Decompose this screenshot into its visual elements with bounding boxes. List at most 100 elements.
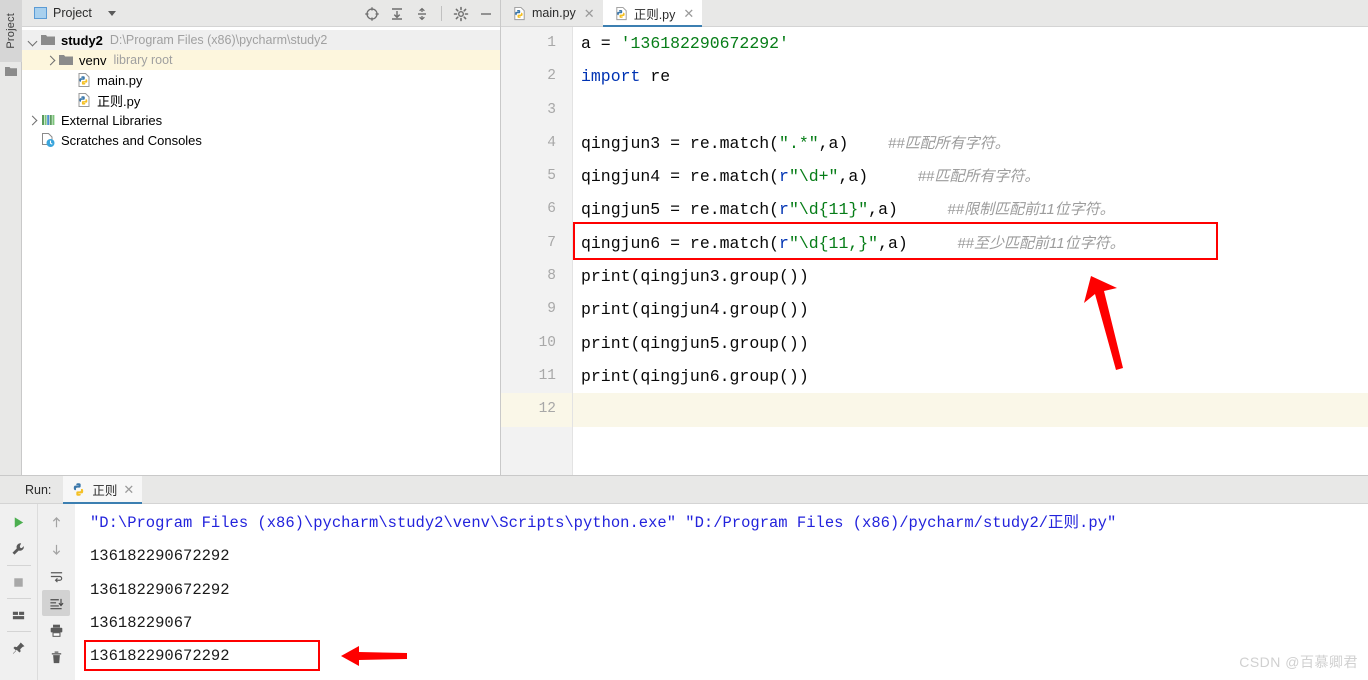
code-line[interactable]: qingjun5 = re.match(r"\d{11}",a) ##限制匹配前… xyxy=(573,193,1368,226)
folder-icon xyxy=(59,55,73,65)
arrow-up-icon[interactable] xyxy=(42,509,70,535)
code-editor[interactable]: 1 2 3 4 5 6 7 8 9 10 11 12 a = '136182290672292' imp… xyxy=(501,27,1368,475)
code-token: ,a) xyxy=(878,233,908,253)
editor-tab-main-py[interactable]: main.py ✕ xyxy=(501,0,603,26)
chevron-right-icon[interactable] xyxy=(26,113,40,127)
console-command-line: "D:\Program Files (x86)\pycharm\study2\v… xyxy=(90,514,1117,532)
editor-area: main.py ✕ 正则.py ✕ 1 2 3 4 5 6 7 8 9 10 11 12 a = '1361… xyxy=(501,0,1368,475)
run-tab[interactable]: 正则 ✕ xyxy=(63,475,143,505)
code-lines[interactable]: a = '136182290672292' import re qingjun3 =… xyxy=(573,27,1368,475)
code-token: a = xyxy=(581,34,621,53)
code-token: qingjun6 = re.match( xyxy=(581,233,780,253)
run-panel-header: Run: 正则 ✕ xyxy=(0,475,1368,505)
code-line[interactable] xyxy=(573,393,1368,427)
code-token: ##匹配所有字符。 xyxy=(887,134,1010,152)
print-icon[interactable] xyxy=(42,617,70,643)
libraries-icon xyxy=(42,115,55,125)
run-tab-label: 正则 xyxy=(92,484,118,498)
tree-item-main-py[interactable]: main.py xyxy=(22,70,500,90)
editor-tab-正则-py[interactable]: 正则.py ✕ xyxy=(602,0,703,27)
editor-tab-label: main.py xyxy=(532,6,576,20)
code-token: "\d{11}" xyxy=(788,200,869,220)
code-line[interactable] xyxy=(573,94,1368,127)
console-output-line: 13618229067 xyxy=(90,613,193,632)
project-toolbar xyxy=(364,0,494,27)
tree-item-study2[interactable]: study2 D:\Program Files (x86)\pycharm\stu… xyxy=(22,30,500,50)
arrow-down-icon[interactable] xyxy=(42,536,70,562)
pin-icon[interactable] xyxy=(5,635,33,661)
red-arrow-left-icon xyxy=(341,646,407,666)
code-line[interactable]: print(qingjun3.group()) xyxy=(573,260,1368,293)
project-panel-header: Project xyxy=(22,0,500,27)
left-tool-strip: Project xyxy=(0,0,22,475)
red-arrow-up-icon xyxy=(1084,276,1123,370)
rerun-play-icon[interactable] xyxy=(5,509,33,535)
tree-item-external-libraries[interactable]: External Libraries xyxy=(22,110,500,130)
editor-tabbar: main.py ✕ 正则.py ✕ xyxy=(501,0,1368,27)
close-icon[interactable]: ✕ xyxy=(683,7,694,20)
gear-icon[interactable] xyxy=(453,6,469,22)
code-line[interactable]: print(qingjun4.group()) xyxy=(573,293,1368,326)
stop-icon[interactable] xyxy=(5,569,33,595)
tree-item-sublabel: D:\Program Files (x86)\pycharm\study2 xyxy=(109,33,328,47)
tree-item-label: 正则.py xyxy=(97,93,141,109)
code-line[interactable]: qingjun6 = re.match(r"\d{11,}",a) ##至少匹配… xyxy=(573,227,1368,260)
console-output[interactable]: "D:\Program Files (x86)\pycharm\study2\v… xyxy=(75,504,1368,680)
sidebar-tab-project-label: Project xyxy=(5,13,17,49)
console-output-line: 136182290672292 xyxy=(90,547,230,566)
code-line[interactable]: print(qingjun6.group()) xyxy=(573,360,1368,393)
collapse-all-icon[interactable] xyxy=(414,6,430,22)
run-toolbar-column-2 xyxy=(37,504,74,680)
close-icon[interactable]: ✕ xyxy=(123,482,134,498)
scroll-to-end-icon[interactable] xyxy=(42,590,70,616)
line-number: 6 xyxy=(547,201,556,218)
code-line[interactable]: qingjun3 = re.match(".*",a) ##匹配所有字符。 xyxy=(573,127,1368,160)
console-output-line: 136182290672292 xyxy=(90,647,230,666)
layout-icon[interactable] xyxy=(5,602,33,628)
editor-tab-label: 正则.py xyxy=(633,7,676,22)
locate-icon[interactable] xyxy=(364,6,380,22)
code-line[interactable]: print(qingjun5.group()) xyxy=(573,327,1368,360)
project-square-icon xyxy=(34,7,47,19)
wrench-icon[interactable] xyxy=(5,536,33,562)
console-output-line: 136182290672292 xyxy=(90,580,230,599)
python-file-icon xyxy=(514,6,525,20)
soft-wrap-icon[interactable] xyxy=(42,563,70,589)
project-title-group[interactable]: Project xyxy=(22,6,116,20)
minimize-icon[interactable] xyxy=(478,6,494,22)
sidebar-tab-project[interactable]: Project xyxy=(0,0,22,62)
chevron-down-icon[interactable] xyxy=(26,33,40,47)
code-line[interactable]: import re xyxy=(573,60,1368,93)
code-token: ".*" xyxy=(779,133,819,153)
code-token: print(qingjun5.group()) xyxy=(581,333,809,353)
trash-icon[interactable] xyxy=(42,644,70,670)
tree-item-label: venv xyxy=(79,52,107,68)
toolbar-divider xyxy=(6,598,31,599)
tree-item-scratches-and-consoles[interactable]: Scratches and Consoles xyxy=(22,130,500,150)
line-number: 9 xyxy=(547,301,556,318)
chevron-down-icon[interactable] xyxy=(107,10,116,16)
run-panel: Run: 正则 ✕ "D:\Program Files (x86)\pychar… xyxy=(0,475,1368,680)
code-token: '136182290672292' xyxy=(620,34,789,53)
code-token: import xyxy=(581,67,641,87)
folder-icon xyxy=(41,35,55,45)
line-number: 1 xyxy=(547,35,556,51)
chevron-right-icon[interactable] xyxy=(44,53,58,67)
tree-item-label: External Libraries xyxy=(61,112,163,128)
code-line[interactable]: qingjun4 = re.match(r"\d+",a) ##匹配所有字符。 xyxy=(573,160,1368,193)
code-token: print(qingjun3.group()) xyxy=(581,267,809,287)
tree-item-py[interactable]: 正则.py xyxy=(22,90,500,110)
line-number: 10 xyxy=(538,334,556,351)
code-line[interactable]: a = '136182290672292' xyxy=(573,27,1368,60)
close-icon[interactable]: ✕ xyxy=(584,7,595,20)
run-body: "D:\Program Files (x86)\pycharm\study2\v… xyxy=(0,504,1368,680)
code-token: "\d{11,}" xyxy=(788,233,879,253)
tree-item-venv[interactable]: venv library root xyxy=(22,50,500,70)
expand-all-icon[interactable] xyxy=(389,6,405,22)
watermark: CSDN @百慕卿君 xyxy=(1239,654,1358,670)
code-token: r xyxy=(779,233,789,253)
